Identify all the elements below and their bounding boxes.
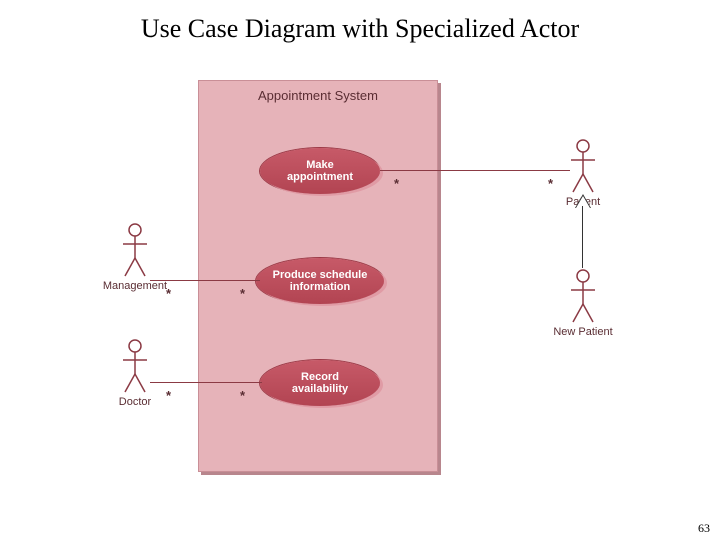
actor-doctor: Doctor — [120, 338, 150, 396]
multiplicity: * — [166, 286, 171, 301]
association-doctor-avail — [150, 382, 262, 383]
usecase-produce-schedule: Produce scheduleinformation — [256, 258, 384, 304]
page-number: 63 — [698, 521, 710, 536]
slide: Use Case Diagram with Specialized Actor … — [0, 0, 720, 540]
stick-figure-icon — [120, 222, 150, 280]
multiplicity: * — [240, 286, 245, 301]
stick-figure-icon — [568, 268, 598, 326]
system-name: Appointment System — [198, 88, 438, 103]
multiplicity: * — [166, 388, 171, 403]
multiplicity: * — [394, 176, 399, 191]
association-management-sched — [150, 280, 260, 281]
actor-label: Management — [103, 280, 167, 292]
usecase-label: Produce scheduleinformation — [273, 269, 368, 293]
actor-management: Management — [120, 222, 150, 280]
stick-figure-icon — [120, 338, 150, 396]
actor-new-patient: New Patient — [568, 268, 598, 326]
multiplicity: * — [548, 176, 553, 191]
usecase-make-appointment: Makeappointment — [260, 148, 380, 194]
multiplicity: * — [240, 388, 245, 403]
stick-figure-icon — [568, 138, 598, 196]
usecase-label: Makeappointment — [287, 159, 353, 183]
generalization-arrowhead-fill — [576, 196, 590, 208]
association-patient-make — [380, 170, 570, 171]
generalization-line — [582, 206, 583, 268]
usecase-record-availability: Recordavailability — [260, 360, 380, 406]
actor-label: New Patient — [553, 326, 612, 338]
actor-patient: Patient — [568, 138, 598, 196]
page-title: Use Case Diagram with Specialized Actor — [0, 14, 720, 44]
actor-label: Doctor — [119, 396, 151, 408]
usecase-label: Recordavailability — [292, 371, 348, 395]
